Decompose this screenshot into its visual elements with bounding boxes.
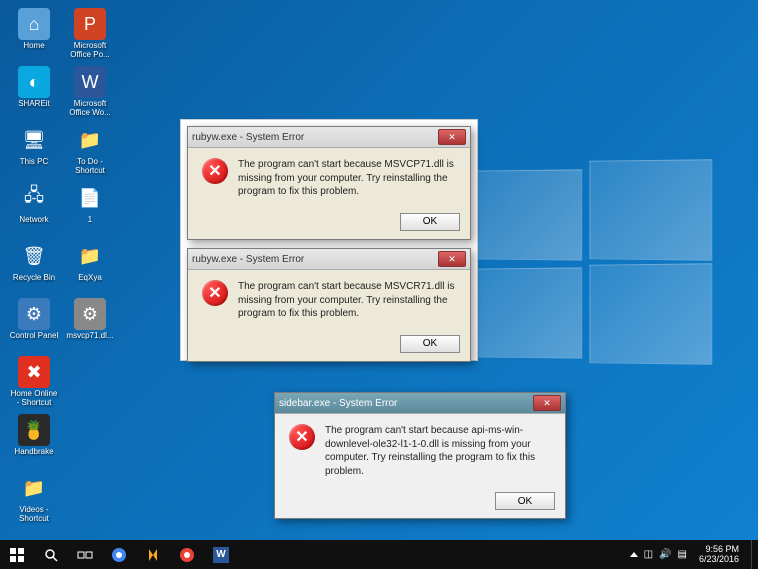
desktop-icon[interactable]: ⚙ msvcp71.dl... xyxy=(64,298,116,352)
start-button[interactable] xyxy=(0,540,34,569)
dialog-title: rubyw.exe - System Error xyxy=(192,254,438,265)
desktop-icon[interactable]: 📁 Videos - Shortcut xyxy=(8,472,60,526)
icon-label: 1 xyxy=(88,216,92,225)
dialog-titlebar[interactable]: rubyw.exe - System Error ✕ xyxy=(188,249,470,270)
dialog-titlebar[interactable]: rubyw.exe - System Error ✕ xyxy=(188,127,470,148)
app-icon: ⚙ xyxy=(74,298,106,330)
icon-label: Recycle Bin xyxy=(13,274,55,283)
desktop-icon[interactable]: ⌂ Home xyxy=(8,8,60,62)
desktop-icon-grid: ⌂ Home P Microsoft Office Po... ◐ SHAREit W Mic… xyxy=(8,8,116,526)
input-icon[interactable]: ▤ xyxy=(678,549,687,560)
icon-label: Handbrake xyxy=(14,448,53,457)
desktop-icon[interactable]: 🗑 Recycle Bin xyxy=(8,240,60,294)
icon-label: To Do - Shortcut xyxy=(65,158,115,176)
app-icon: 📁 xyxy=(18,472,50,504)
icon-label: Network xyxy=(19,216,48,225)
desktop-icon[interactable]: 📄1 xyxy=(64,182,116,236)
app-icon: 🖥 xyxy=(18,124,50,156)
icon-label: Home xyxy=(23,42,44,51)
windows-logo-wallpaper xyxy=(470,160,710,360)
taskbar-app-chrome-2[interactable] xyxy=(170,540,204,569)
icon-label: Control Panel xyxy=(10,332,58,341)
app-icon: 📄 xyxy=(74,182,106,214)
app-icon: 🖧 xyxy=(18,182,50,214)
close-button[interactable]: ✕ xyxy=(438,251,466,267)
desktop[interactable]: ⌂ Home P Microsoft Office Po... ◐ SHAREit W Mic… xyxy=(0,0,758,540)
desktop-icon[interactable]: W Microsoft Office Wo... xyxy=(64,66,116,120)
ok-button[interactable]: OK xyxy=(495,492,555,510)
taskbar-app-winamp[interactable] xyxy=(136,540,170,569)
error-icon: ✕ xyxy=(202,158,228,184)
network-icon[interactable]: ◫ xyxy=(644,549,653,560)
icon-label: SHAREit xyxy=(18,100,50,109)
search-icon[interactable] xyxy=(34,540,68,569)
desktop-icon[interactable]: P Microsoft Office Po... xyxy=(64,8,116,62)
desktop-icon[interactable]: ◐ SHAREit xyxy=(8,66,60,120)
icon-label: EqXya xyxy=(78,274,102,283)
app-icon: 🍍 xyxy=(18,414,50,446)
ok-button[interactable]: OK xyxy=(400,213,460,231)
icon-label: Microsoft Office Wo... xyxy=(65,100,115,118)
desktop-icon[interactable]: 🍍 Handbrake xyxy=(8,414,60,468)
ok-button[interactable]: OK xyxy=(400,335,460,353)
error-dialog-3: sidebar.exe - System Error ✕ ✕ The progr… xyxy=(274,392,566,519)
desktop-icon[interactable]: ✖ Home Online - Shortcut xyxy=(8,356,60,410)
desktop-icon[interactable]: 🖥 This PC xyxy=(8,124,60,178)
app-icon: ◐ xyxy=(18,66,50,98)
taskbar-clock[interactable]: 9:56 PM 6/23/2016 xyxy=(693,545,745,565)
error-dialog-1: rubyw.exe - System Error ✕ ✕ The program… xyxy=(187,126,471,240)
close-button[interactable]: ✕ xyxy=(438,129,466,145)
app-icon: ✖ xyxy=(18,356,50,388)
dialog-title: rubyw.exe - System Error xyxy=(192,132,438,143)
app-icon: ⌂ xyxy=(18,8,50,40)
taskbar-date: 6/23/2016 xyxy=(699,555,739,565)
desktop-icon[interactable]: 📁 EqXya xyxy=(64,240,116,294)
show-desktop-button[interactable] xyxy=(751,540,756,569)
icon-label: Microsoft Office Po... xyxy=(65,42,115,60)
taskbar: W ◫ 🔊 ▤ 9:56 PM 6/23/2016 xyxy=(0,540,758,569)
error-icon: ✕ xyxy=(289,424,315,450)
dialog-message: The program can't start because MSVCP71.… xyxy=(238,158,456,199)
desktop-icon[interactable]: ⚙ Control Panel xyxy=(8,298,60,352)
dialog-message: The program can't start because api-ms-w… xyxy=(325,424,551,478)
app-icon: 📁 xyxy=(74,240,106,272)
taskbar-app-chrome[interactable] xyxy=(102,540,136,569)
tray-overflow-icon[interactable] xyxy=(630,552,638,557)
dialog-message: The program can't start because MSVCR71.… xyxy=(238,280,456,321)
close-button[interactable]: ✕ xyxy=(533,395,561,411)
app-icon: 🗑 xyxy=(18,240,50,272)
desktop-icon[interactable]: 📁 To Do - Shortcut xyxy=(64,124,116,178)
icon-label: This PC xyxy=(20,158,48,167)
volume-icon[interactable]: 🔊 xyxy=(659,549,671,560)
error-dialog-2: rubyw.exe - System Error ✕ ✕ The program… xyxy=(187,248,471,362)
dialog-titlebar[interactable]: sidebar.exe - System Error ✕ xyxy=(275,393,565,414)
system-tray: ◫ 🔊 ▤ 9:56 PM 6/23/2016 xyxy=(630,540,758,569)
app-icon: ⚙ xyxy=(18,298,50,330)
app-icon: 📁 xyxy=(74,124,106,156)
dialog-title: sidebar.exe - System Error xyxy=(279,398,533,409)
app-icon: P xyxy=(74,8,106,40)
icon-label: Videos - Shortcut xyxy=(9,506,59,524)
app-icon: W xyxy=(74,66,106,98)
desktop-icon[interactable]: 🖧 Network xyxy=(8,182,60,236)
icon-label: msvcp71.dl... xyxy=(66,332,113,341)
icon-label: Home Online - Shortcut xyxy=(9,390,59,408)
task-view-icon[interactable] xyxy=(68,540,102,569)
taskbar-app-word[interactable]: W xyxy=(204,540,238,569)
error-icon: ✕ xyxy=(202,280,228,306)
